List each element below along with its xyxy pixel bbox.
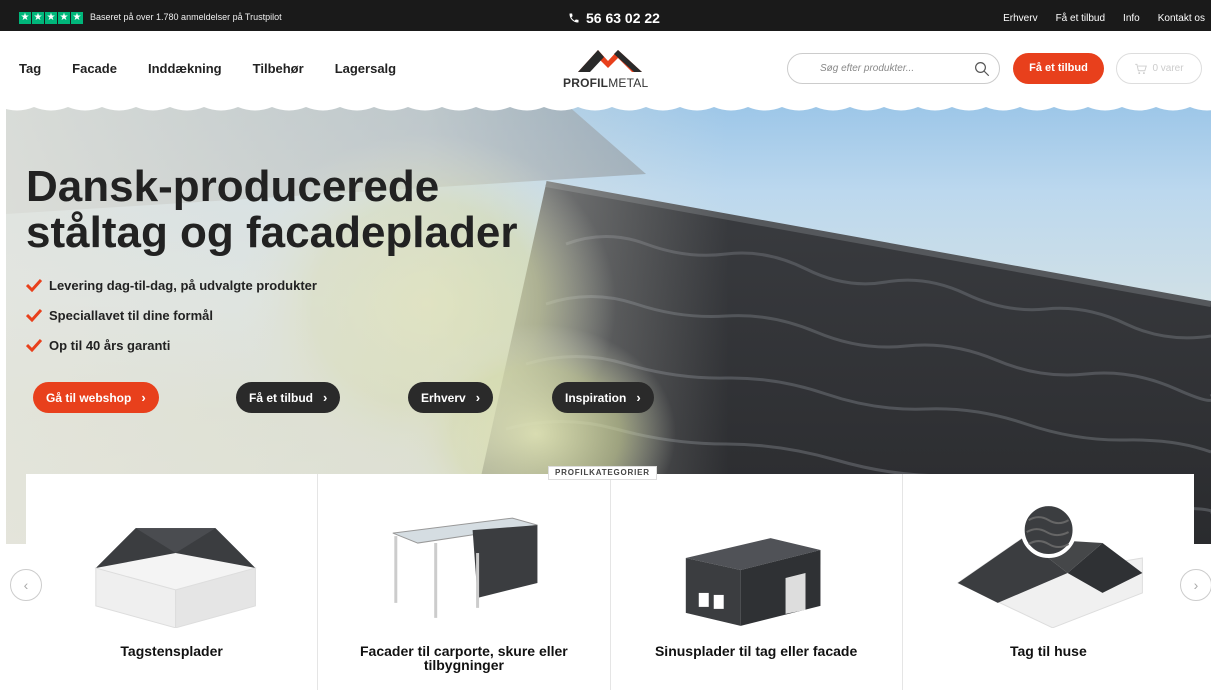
category-label: Tagstensplader [120,643,223,659]
trustpilot-text[interactable]: Baseret på over 1.780 anmeldelser på Tru… [90,12,282,22]
cart-button[interactable]: 0 varer [1116,53,1202,84]
main-nav: Tag Facade Inddækning Tilbehør Lagersalg [19,61,427,76]
quote-button[interactable]: Få et tilbud › [236,382,341,413]
logo-roof-icon [578,50,642,72]
search-placeholder: Søg efter produkter... [820,63,915,74]
chevron-right-icon: › [323,390,328,405]
chevron-right-icon: › [475,390,481,405]
scallop-divider [0,104,1211,111]
top-links: Erhverv Få et tilbud Info Kontakt os [1003,13,1205,24]
hero-benefits: Levering dag-til-dag, på udvalgte produk… [26,276,317,366]
category-label: Tag til huse [1010,643,1087,659]
categories-label: PROFILKATEGORIER [548,466,657,480]
chevron-right-icon: › [141,390,146,405]
webshop-button[interactable]: Gå til webshop › [33,382,159,413]
category-label: Facader til carporte, skure eller tilbyg… [359,643,568,673]
search-icon[interactable] [973,60,991,78]
star-icon: ★ [32,12,44,24]
business-button[interactable]: Erhverv › [408,382,494,413]
star-icon: ★ [45,12,57,24]
shed-building-image [685,538,820,626]
nav-item-tag[interactable]: Tag [19,61,41,76]
phone-icon [569,13,579,23]
toplink-erhverv[interactable]: Erhverv [1003,13,1037,24]
hero-title: Dansk-producerede ståltag og facadeplade… [26,162,518,257]
phone-link[interactable]: 56 63 02 22 [568,10,660,26]
checkmark-icon [26,338,42,352]
logo-text: PROFILMETAL [563,76,649,90]
search-field[interactable]: Søg efter produkter... [787,53,1000,84]
carousel-next-button[interactable]: › [1180,569,1211,601]
toplink-faa-et-tilbud[interactable]: Få et tilbud [1056,13,1105,24]
checkmark-icon [26,278,42,292]
category-label: Sinusplader til tag eller facade [654,643,858,659]
chevron-left-icon: ‹ [23,577,29,593]
toplink-kontakt[interactable]: Kontakt os [1158,13,1205,24]
house-tile-roof-image [94,528,257,628]
toplink-info[interactable]: Info [1123,13,1140,24]
nav-item-tilbehoer[interactable]: Tilbehør [253,61,304,76]
star-icon: ★ [19,12,31,24]
benefit-item: Speciallavet til dine formål [26,306,317,324]
category-card-facader[interactable]: Facader til carporte, skure eller tilbyg… [318,474,611,690]
star-icon: ★ [58,12,70,24]
star-icon: ★ [71,12,83,24]
benefit-item: Levering dag-til-dag, på udvalgte produk… [26,276,317,294]
top-bar: ★ ★ ★ ★ ★ Baseret på over 1.780 anmeldel… [0,0,1211,31]
category-carousel: Tagstensplader Facader til carporte, sku… [26,474,1194,690]
chevron-right-icon: › [636,390,641,405]
trustpilot-stars[interactable]: ★ ★ ★ ★ ★ [19,12,83,24]
house-roof-image [956,502,1143,628]
phone-number: 56 63 02 22 [586,10,660,26]
cart-icon [1135,63,1148,74]
nav-item-lagersalg[interactable]: Lagersalg [335,61,396,76]
benefit-item: Op til 40 års garanti [26,336,317,354]
site-logo[interactable]: PROFILMETAL [560,46,660,90]
chevron-right-icon: › [1193,577,1199,593]
category-card-tagstensplader[interactable]: Tagstensplader [26,474,319,690]
category-card-sinusplader[interactable]: Sinusplader til tag eller facade [611,474,903,690]
carousel-prev-button[interactable]: ‹ [10,569,42,601]
category-card-tag-til-huse[interactable]: Tag til huse [903,474,1194,690]
nav-item-inddaekning[interactable]: Inddækning [148,61,222,76]
cart-count: 0 varer [1152,63,1184,74]
inspiration-button[interactable]: Inspiration › [552,382,654,413]
nav-item-facade[interactable]: Facade [72,61,117,76]
site-header: Tag Facade Inddækning Tilbehør Lagersalg… [0,31,1211,109]
header-quote-button[interactable]: Få et tilbud [1013,53,1104,84]
carport-image [392,517,538,618]
checkmark-icon [26,308,42,322]
